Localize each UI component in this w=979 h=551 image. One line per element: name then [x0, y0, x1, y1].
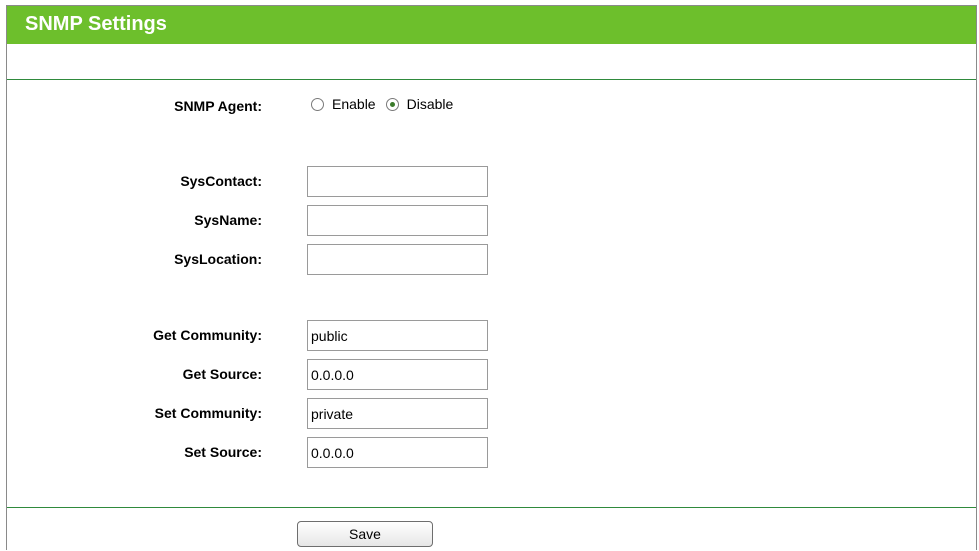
top-divider [7, 79, 976, 80]
set-source-input[interactable] [307, 437, 488, 468]
syscontact-label: SysContact: [180, 173, 262, 189]
set-community-input[interactable] [307, 398, 488, 429]
sysname-label: SysName: [194, 212, 262, 228]
snmp-agent-label: SNMP Agent: [174, 98, 262, 114]
set-source-label: Set Source: [184, 444, 262, 460]
disable-radio[interactable] [385, 97, 399, 111]
enable-radio-label[interactable]: Enable [332, 96, 376, 112]
page-title: SNMP Settings [25, 13, 167, 35]
syslocation-label: SysLocation: [174, 251, 262, 267]
title-bar: SNMP Settings [7, 6, 976, 44]
enable-radio[interactable] [311, 97, 324, 111]
sysname-input[interactable] [307, 205, 488, 236]
syslocation-input[interactable] [307, 244, 488, 275]
get-source-label: Get Source: [182, 366, 262, 382]
get-community-label: Get Community: [153, 327, 262, 343]
get-source-input[interactable] [307, 359, 488, 390]
disable-radio-label[interactable]: Disable [407, 96, 454, 112]
save-button[interactable]: Save [297, 521, 433, 547]
set-community-label: Set Community: [154, 405, 262, 421]
settings-frame [6, 5, 977, 550]
bottom-divider [7, 507, 976, 508]
syscontact-input[interactable] [307, 166, 488, 197]
get-community-input[interactable] [307, 320, 488, 351]
snmp-agent-radio-group: Enable Disable [311, 96, 463, 112]
